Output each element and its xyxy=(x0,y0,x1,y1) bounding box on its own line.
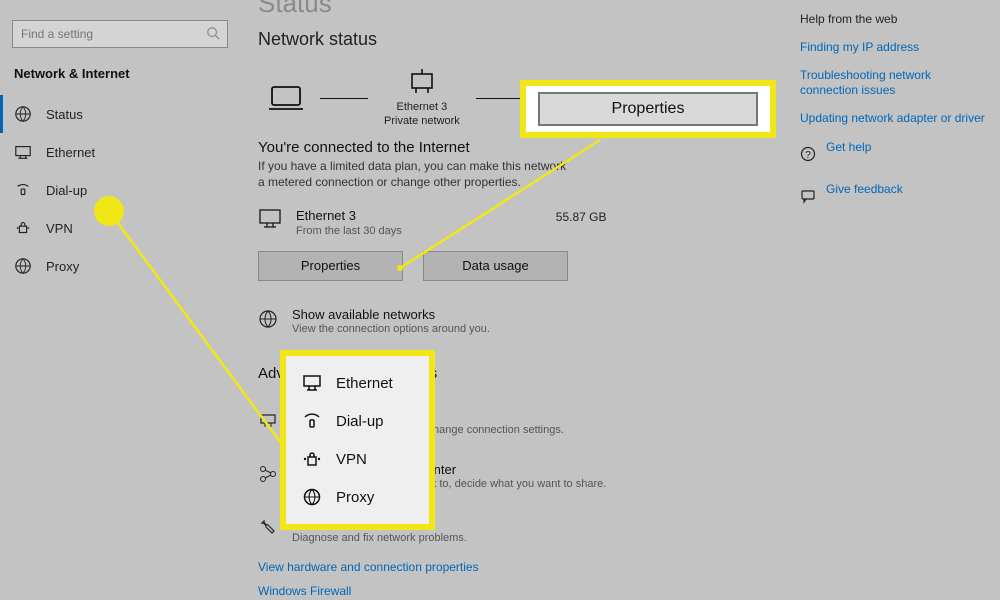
section-title: Network status xyxy=(258,29,810,50)
proxy-icon xyxy=(302,488,322,506)
sidebar-item-status[interactable]: Status xyxy=(0,95,240,133)
connected-subtitle: If you have a limited data plan, you can… xyxy=(258,158,568,190)
help-icon: ? xyxy=(800,146,816,162)
callout-properties: Properties xyxy=(520,80,776,138)
proxy-icon xyxy=(14,257,32,275)
page-title: Status xyxy=(258,0,810,19)
globe-icon xyxy=(258,309,278,329)
callout-item-label: Dial-up xyxy=(336,413,384,430)
adapter-icon xyxy=(258,410,278,430)
help-header: Help from the web xyxy=(800,12,990,26)
svg-text:?: ? xyxy=(805,150,811,161)
properties-button[interactable]: Properties xyxy=(258,251,403,281)
callout-item-vpn: VPN xyxy=(286,440,429,478)
sidebar-item-label: Proxy xyxy=(46,259,79,274)
dialup-icon xyxy=(302,412,322,430)
callout-item-label: Ethernet xyxy=(336,375,393,392)
adapter-icon xyxy=(406,68,438,96)
connection-sub: From the last 30 days xyxy=(296,225,402,237)
connected-title: You're connected to the Internet xyxy=(258,139,810,156)
search-input[interactable] xyxy=(12,20,228,48)
adapter-name: Ethernet 3 xyxy=(397,101,448,113)
pc-icon xyxy=(268,84,304,112)
ethernet-icon xyxy=(14,143,32,161)
get-help-link[interactable]: Get help xyxy=(826,140,871,156)
sidebar-title: Network & Internet xyxy=(0,66,240,95)
sidebar-item-ethernet[interactable]: Ethernet xyxy=(0,133,240,171)
search-box xyxy=(12,20,228,48)
show-networks-sub: View the connection options around you. xyxy=(292,323,490,335)
diagram-line xyxy=(320,98,368,100)
network-type: Private network xyxy=(384,115,460,127)
callout-item-label: Proxy xyxy=(336,489,374,506)
vpn-icon xyxy=(14,219,32,237)
troubleshooter-icon xyxy=(258,518,278,538)
feedback-icon xyxy=(800,188,816,204)
firewall-link[interactable]: Windows Firewall xyxy=(258,584,810,598)
sidebar-item-label: Dial-up xyxy=(46,183,87,198)
help-panel: Help from the web Finding my IP address … xyxy=(800,12,990,210)
callout-properties-label: Properties xyxy=(538,92,758,126)
help-link-troubleshoot[interactable]: Troubleshooting network connection issue… xyxy=(800,68,990,99)
callout-item-dialup: Dial-up xyxy=(286,402,429,440)
monitor-icon xyxy=(258,208,282,230)
ethernet-icon xyxy=(302,374,322,392)
give-feedback-link[interactable]: Give feedback xyxy=(826,182,903,198)
sidebar-item-proxy[interactable]: Proxy xyxy=(0,247,240,285)
callout-menu: Ethernet Dial-up VPN Proxy xyxy=(280,350,435,530)
show-networks-link[interactable]: Show available networks xyxy=(292,307,490,322)
vpn-icon xyxy=(302,450,322,468)
callout-item-ethernet: Ethernet xyxy=(286,364,429,402)
callout-item-proxy: Proxy xyxy=(286,478,429,516)
help-link-adapter[interactable]: Updating network adapter or driver xyxy=(800,111,990,127)
troubleshooter-sub: Diagnose and fix network problems. xyxy=(292,532,467,544)
sharing-icon xyxy=(258,464,278,484)
hardware-link[interactable]: View hardware and connection properties xyxy=(258,560,810,574)
status-icon xyxy=(14,105,32,123)
callout-item-label: VPN xyxy=(336,451,367,468)
search-icon xyxy=(206,26,220,40)
sidebar: Network & Internet Status Ethernet Dial-… xyxy=(0,0,240,600)
annotation-dot xyxy=(94,196,124,226)
sidebar-item-label: VPN xyxy=(46,221,73,236)
connection-name: Ethernet 3 xyxy=(296,208,402,223)
sidebar-item-label: Ethernet xyxy=(46,145,95,160)
diagram-line xyxy=(476,98,524,100)
dialup-icon xyxy=(14,181,32,199)
help-link-ip[interactable]: Finding my IP address xyxy=(800,40,990,56)
sidebar-item-label: Status xyxy=(46,107,83,122)
data-usage-button[interactable]: Data usage xyxy=(423,251,568,281)
connection-row: Ethernet 3 From the last 30 days 55.87 G… xyxy=(258,208,810,237)
connection-amount: 55.87 GB xyxy=(556,210,607,224)
